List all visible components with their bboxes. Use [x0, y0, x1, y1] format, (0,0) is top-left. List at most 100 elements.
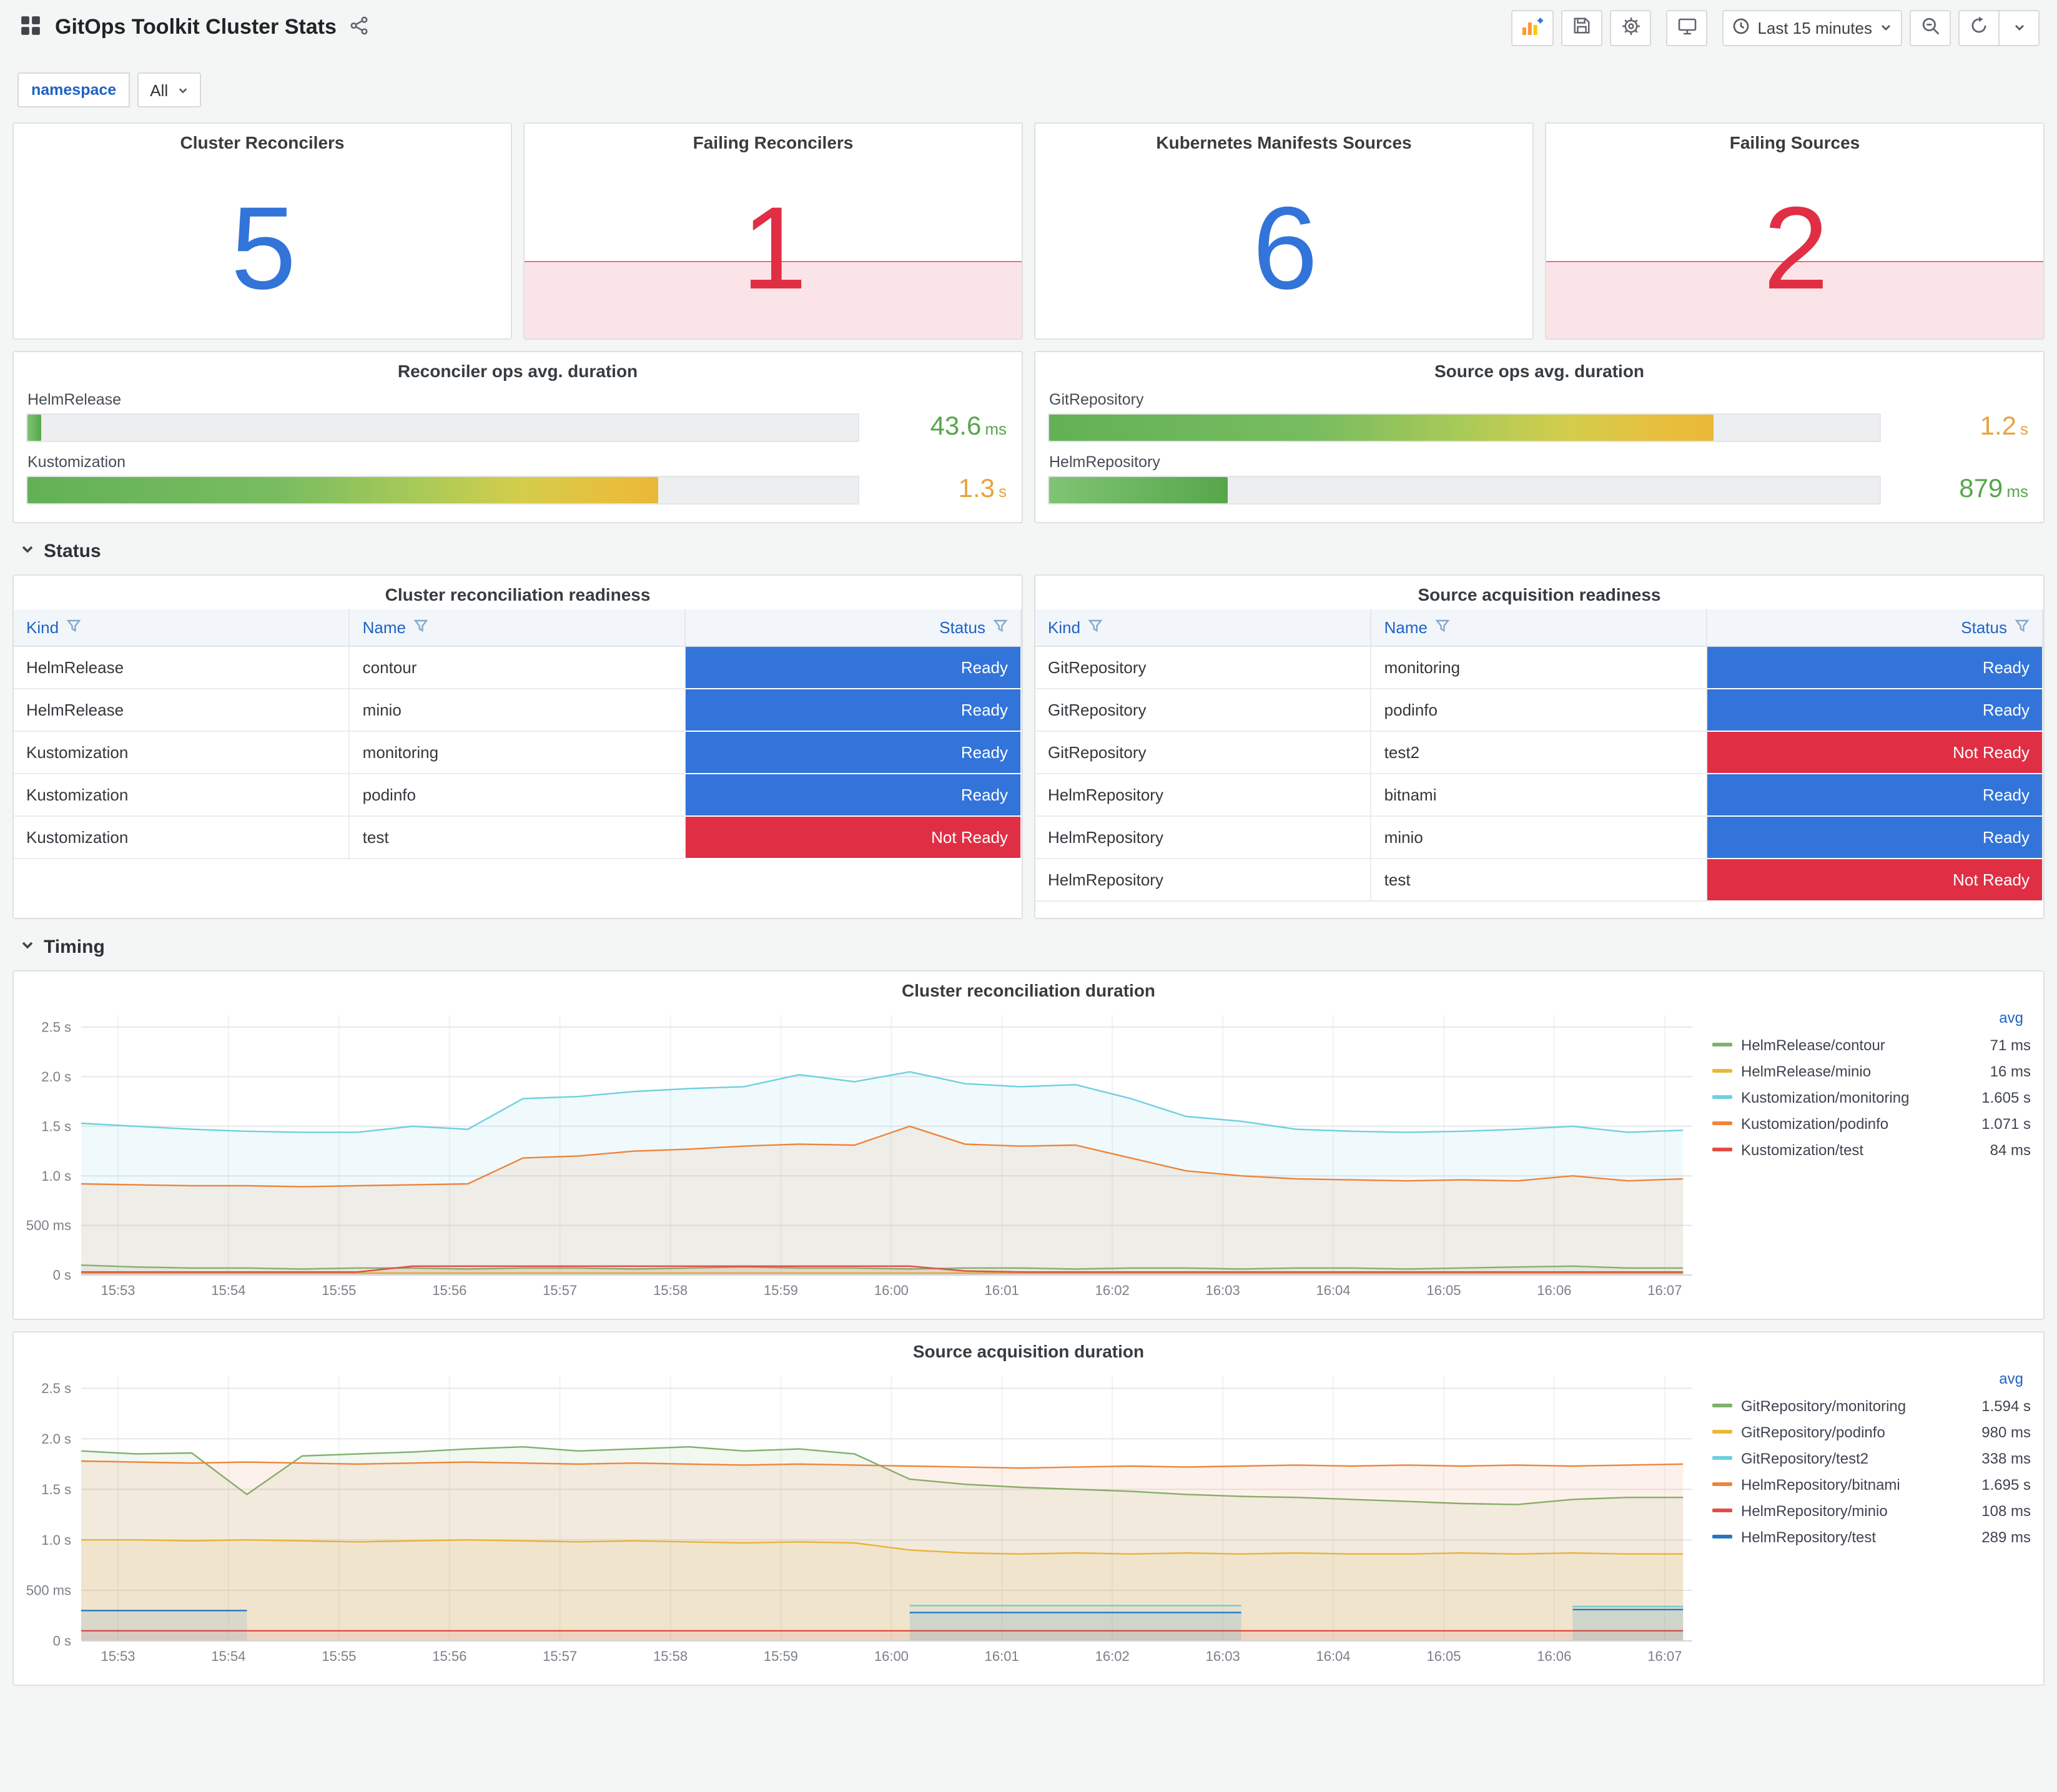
column-header-status[interactable]: Status	[685, 609, 1022, 647]
dashboard-picker-button[interactable]	[17, 12, 44, 42]
legend-series-name[interactable]: HelmRelease/minio	[1741, 1062, 1871, 1080]
save-dashboard-button[interactable]	[1561, 9, 1603, 46]
section-row-timing[interactable]: Timing	[17, 934, 107, 960]
dashboard-settings-button[interactable]	[1610, 9, 1652, 46]
table-row: GitRepository podinfo Ready	[1035, 689, 2043, 732]
legend-item: GitRepository/monitoring 1.594 s	[1712, 1392, 2031, 1419]
refresh-interval-dropdown[interactable]	[1998, 9, 2040, 46]
timeseries-panel: Source acquisition duration 15:53 15:54 15:…	[12, 1331, 2045, 1686]
legend-series-name[interactable]: HelmRepository/test	[1741, 1528, 1876, 1545]
zoom-out-time-button[interactable]	[1910, 9, 1951, 46]
svg-text:2.5 s: 2.5 s	[41, 1381, 71, 1396]
gauge-panel-title[interactable]: Reconciler ops avg. duration	[14, 352, 1022, 386]
cell-status: Ready	[1707, 646, 2043, 689]
cell-name: minio	[1371, 816, 1708, 859]
bar-gauge-track	[26, 413, 859, 441]
timeseries-plot-wrap[interactable]: 15:53 15:54 15:55 15:56 15:57 15:58 15:59 16:00…	[16, 1005, 1700, 1309]
stat-panel: Kubernetes Manifests Sources 6	[1034, 122, 1534, 340]
svg-text:1.5 s: 1.5 s	[41, 1118, 71, 1134]
bar-gauge-track	[1048, 475, 1881, 504]
cell-kind: Kustomization	[14, 816, 350, 859]
variable-label: namespace	[17, 72, 131, 107]
svg-text:1.0 s: 1.0 s	[41, 1532, 71, 1548]
svg-text:15:59: 15:59	[764, 1282, 798, 1298]
svg-text:16:04: 16:04	[1316, 1648, 1350, 1664]
svg-text:15:54: 15:54	[211, 1648, 245, 1664]
svg-text:2.0 s: 2.0 s	[41, 1069, 71, 1085]
section-row-status[interactable]: Status	[17, 538, 104, 564]
svg-text:16:01: 16:01	[985, 1648, 1019, 1664]
column-header-inner: Name	[1384, 618, 1450, 637]
clock-icon	[1732, 17, 1750, 38]
filter-funnel-icon	[66, 618, 81, 637]
column-header-name[interactable]: Name	[349, 609, 686, 647]
legend-series-name[interactable]: Kustomization/podinfo	[1741, 1115, 1888, 1132]
svg-text:16:01: 16:01	[985, 1282, 1019, 1298]
bar-gauge-panel: Reconciler ops avg. duration HelmRelease 4…	[12, 351, 1023, 523]
bar-gauge-line: 1.2 s	[1048, 412, 2031, 442]
legend-item: HelmRepository/test 289 ms	[1712, 1524, 2031, 1550]
column-header-status[interactable]: Status	[1707, 609, 2043, 647]
tv-mode-button[interactable]	[1666, 9, 1708, 46]
timeseries-plot[interactable]: 15:53 15:54 15:55 15:56 15:57 15:58 15:59 16:00…	[16, 1366, 1700, 1668]
stat-panel-title[interactable]: Failing Reconcilers	[525, 124, 1022, 157]
chart-panel-title[interactable]: Source acquisition duration	[14, 1332, 2043, 1366]
legend-series-name[interactable]: HelmRepository/bitnami	[1741, 1475, 1900, 1493]
gear-icon	[1620, 16, 1640, 39]
svg-text:16:00: 16:00	[874, 1282, 909, 1298]
dashboard-title: GitOps Toolkit Cluster Stats	[55, 15, 337, 39]
section-title: Timing	[44, 937, 105, 958]
column-header-kind[interactable]: Kind	[14, 609, 350, 647]
legend-series-avg: 1.071 s	[1981, 1115, 2031, 1132]
time-range-picker[interactable]: Last 15 minutes	[1722, 9, 1902, 46]
legend-avg-header[interactable]: avg	[1712, 1008, 2031, 1028]
table-panel-title[interactable]: Cluster reconciliation readiness	[14, 576, 1022, 609]
stat-panel-title[interactable]: Failing Sources	[1546, 124, 2043, 157]
bar-gauge-row: HelmRepository 879 ms	[1048, 453, 2031, 505]
legend-series-name[interactable]: HelmRelease/contour	[1741, 1036, 1885, 1053]
svg-text:16:00: 16:00	[874, 1648, 909, 1664]
cell-name: podinfo	[1371, 689, 1708, 732]
cell-status: Ready	[685, 689, 1022, 732]
legend-series-name[interactable]: HelmRepository/minio	[1741, 1502, 1888, 1519]
bar-gauge-fill	[1049, 414, 1714, 440]
legend-series-name[interactable]: GitRepository/test2	[1741, 1449, 1868, 1467]
navbar: GitOps Toolkit Cluster Stats Last 15 min…	[0, 0, 2057, 55]
legend-series-name[interactable]: Kustomization/monitoring	[1741, 1088, 1909, 1106]
stat-panel-title[interactable]: Cluster Reconcilers	[14, 124, 511, 157]
bar-gauge-track	[1048, 413, 1881, 441]
timeseries-plot-wrap[interactable]: 15:53 15:54 15:55 15:56 15:57 15:58 15:59 16:00…	[16, 1366, 1700, 1675]
bar-gauge-value-number: 1.2	[1980, 412, 2016, 441]
legend-series-avg: 289 ms	[1981, 1528, 2031, 1545]
legend-series-name[interactable]: GitRepository/podinfo	[1741, 1423, 1885, 1440]
svg-text:500 ms: 500 ms	[26, 1583, 71, 1598]
legend-series-name[interactable]: Kustomization/test	[1741, 1141, 1863, 1158]
legend-item: HelmRelease/contour 71 ms	[1712, 1031, 2031, 1058]
add-panel-button[interactable]	[1511, 9, 1554, 46]
legend-series-name[interactable]: GitRepository/monitoring	[1741, 1397, 1906, 1414]
cell-name: monitoring	[349, 731, 686, 774]
refresh-button[interactable]	[1958, 9, 2000, 46]
bar-gauge-value-number: 879	[1959, 475, 2003, 503]
share-button[interactable]	[348, 14, 372, 41]
variable-value-dropdown[interactable]: All	[137, 72, 201, 107]
column-header-kind[interactable]: Kind	[1035, 609, 1372, 647]
gauge-panel-title[interactable]: Source ops avg. duration	[1035, 352, 2043, 386]
cell-status: Ready	[685, 774, 1022, 817]
bar-gauge-label: Kustomization	[27, 453, 126, 471]
svg-text:0 s: 0 s	[53, 1268, 71, 1283]
chart-panel-title[interactable]: Cluster reconciliation duration	[14, 972, 2043, 1005]
grid-icon	[20, 15, 41, 40]
chevron-down-icon	[177, 81, 188, 99]
legend-series-avg: 980 ms	[1981, 1423, 2031, 1440]
legend-avg-header[interactable]: avg	[1712, 1369, 2031, 1389]
tables-row: Cluster reconciliation readiness Kind Name…	[12, 574, 2045, 919]
cell-kind: GitRepository	[1035, 689, 1372, 732]
bar-gauge-value: 43.6 ms	[859, 412, 1009, 442]
stat-panel-title[interactable]: Kubernetes Manifests Sources	[1035, 124, 1532, 157]
section-title: Status	[44, 541, 101, 562]
column-header-name[interactable]: Name	[1371, 609, 1708, 647]
timeseries-plot[interactable]: 15:53 15:54 15:55 15:56 15:57 15:58 15:59 16:00…	[16, 1005, 1700, 1302]
table-panel-title[interactable]: Source acquisition readiness	[1035, 576, 2043, 609]
cell-kind: HelmRepository	[1035, 816, 1372, 859]
